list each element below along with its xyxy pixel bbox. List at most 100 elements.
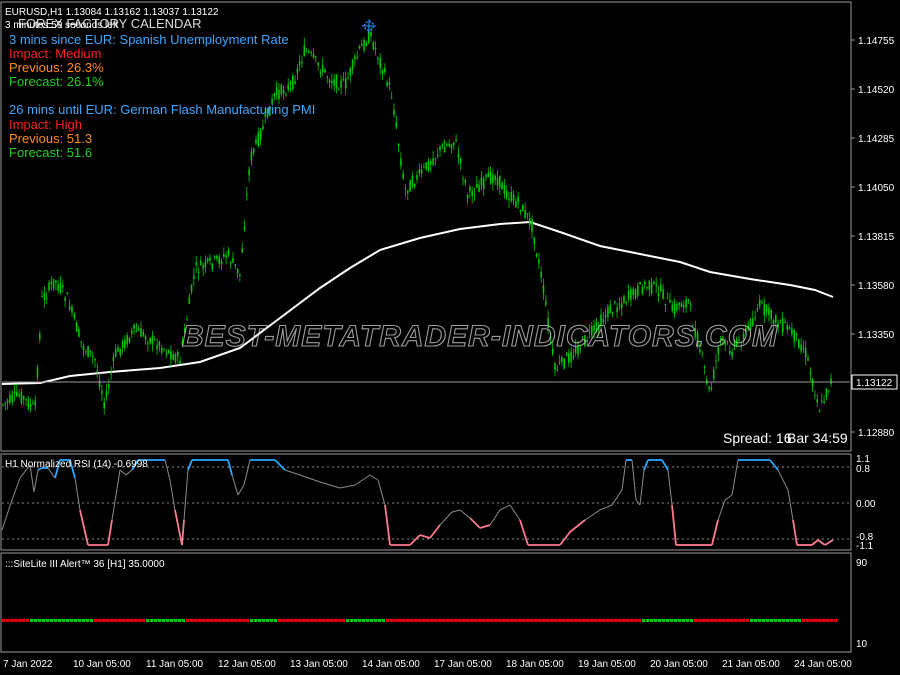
rsi-segment <box>354 474 371 486</box>
candle <box>59 276 62 295</box>
candle <box>800 338 802 355</box>
candle <box>213 255 216 260</box>
rsi-panel[interactable]: H1 Normalized RSI (14) -0.6998 1.1 0.8 0… <box>0 453 876 552</box>
candle <box>324 68 326 74</box>
rsi-segment <box>11 477 21 501</box>
alert-signal-dot <box>786 619 790 622</box>
candle <box>561 356 563 366</box>
alert-signal-strip <box>2 619 838 622</box>
time-label: 13 Jan 05:00 <box>290 659 348 670</box>
candle <box>27 395 30 411</box>
news-event-marker-icon[interactable] <box>362 19 376 33</box>
candle <box>255 135 257 146</box>
candle <box>41 290 43 298</box>
candle <box>662 283 664 300</box>
alert-signal-dot <box>814 619 818 622</box>
candle <box>418 163 421 177</box>
candle <box>804 340 807 366</box>
time-label: 21 Jan 05:00 <box>722 659 780 670</box>
candle <box>807 354 809 362</box>
alert-signal-dot <box>386 619 390 622</box>
candle <box>673 298 676 319</box>
news-event-2: 26 mins until EUR: German Flash Manufact… <box>9 102 315 160</box>
candle <box>811 378 814 392</box>
candle <box>338 87 340 91</box>
candle <box>361 39 363 46</box>
rsi-segment <box>174 509 183 546</box>
candle <box>333 73 335 92</box>
candle <box>32 399 34 405</box>
candle <box>310 50 312 57</box>
candle <box>16 383 18 398</box>
alert-signal-dot <box>46 619 50 622</box>
alert-signal-dot <box>622 619 626 622</box>
rsi-segment <box>377 479 386 506</box>
alert-signal-dot <box>778 619 782 622</box>
alert-signal-dot <box>458 619 462 622</box>
alert-signal-dot <box>330 619 334 622</box>
candle <box>305 47 308 53</box>
alert-signal-dot <box>718 619 722 622</box>
alert-signal-dot <box>554 619 558 622</box>
candle <box>73 312 76 321</box>
candle <box>643 279 646 290</box>
candle <box>538 252 540 269</box>
candle <box>482 176 485 197</box>
alert-signal-dot <box>2 619 6 622</box>
candle <box>632 286 634 300</box>
alert-signal-dot <box>574 619 578 622</box>
alert-signal-dot <box>326 619 330 622</box>
candle <box>326 75 329 84</box>
candle <box>676 301 678 313</box>
trading-chart[interactable]: BEST-METATRADER-INDICATORS.COM EURUSD,H1… <box>0 0 900 675</box>
candle <box>439 145 441 158</box>
watermark: BEST-METATRADER-INDICATORS.COM <box>182 320 778 353</box>
alert-signal-dot <box>530 619 534 622</box>
candle <box>365 40 368 47</box>
alert-signal-dot <box>226 619 230 622</box>
candle <box>788 325 791 330</box>
price-axis[interactable]: 1.14755 1.14520 1.14285 1.14050 1.13815 … <box>851 36 898 439</box>
svg-text:1.14050: 1.14050 <box>858 183 895 194</box>
time-axis[interactable]: 7 Jan 2022 10 Jan 05:00 11 Jan 05:00 12 … <box>3 659 852 670</box>
alert-panel[interactable]: :::SiteLite III Alert™ 36 [H1] 35.0000 9… <box>0 552 868 653</box>
alert-signal-dot <box>10 619 14 622</box>
alert-signal-dot <box>114 619 118 622</box>
alert-signal-dot <box>322 619 326 622</box>
candle <box>315 55 317 63</box>
alert-signal-dot <box>438 619 442 622</box>
candle <box>117 344 119 352</box>
alert-signal-dot <box>190 619 194 622</box>
alert-signal-dot <box>646 619 650 622</box>
candle <box>18 388 20 399</box>
candle <box>400 152 402 170</box>
alert-signal-dot <box>518 619 522 622</box>
price-tick: 1.14520 <box>851 85 895 96</box>
alert-signal-dot <box>82 619 86 622</box>
alert-signal-dot <box>342 619 346 622</box>
alert-signal-dot <box>818 619 822 622</box>
candle <box>390 91 393 100</box>
candle <box>103 396 105 415</box>
candle <box>381 68 384 80</box>
alert-signal-dot <box>466 619 470 622</box>
alert-signal-dot <box>374 619 378 622</box>
candle <box>526 213 529 220</box>
candle <box>45 291 48 304</box>
svg-text:1.14755: 1.14755 <box>858 36 895 47</box>
candle <box>436 148 439 159</box>
alert-signal-dot <box>358 619 362 622</box>
svg-text:1.13815: 1.13815 <box>858 232 895 243</box>
candle <box>312 48 315 59</box>
time-label: 12 Jan 05:00 <box>218 659 276 670</box>
candle <box>784 317 786 324</box>
rsi-segment <box>183 469 189 521</box>
price-panel[interactable]: BEST-METATRADER-INDICATORS.COM EURUSD,H1… <box>0 1 852 452</box>
candle <box>480 170 483 191</box>
candle <box>499 175 501 195</box>
candle <box>85 349 87 356</box>
alert-signal-dot <box>670 619 674 622</box>
candle <box>404 184 407 197</box>
alert-signal-dot <box>834 619 838 622</box>
rsi-segment <box>439 511 453 526</box>
